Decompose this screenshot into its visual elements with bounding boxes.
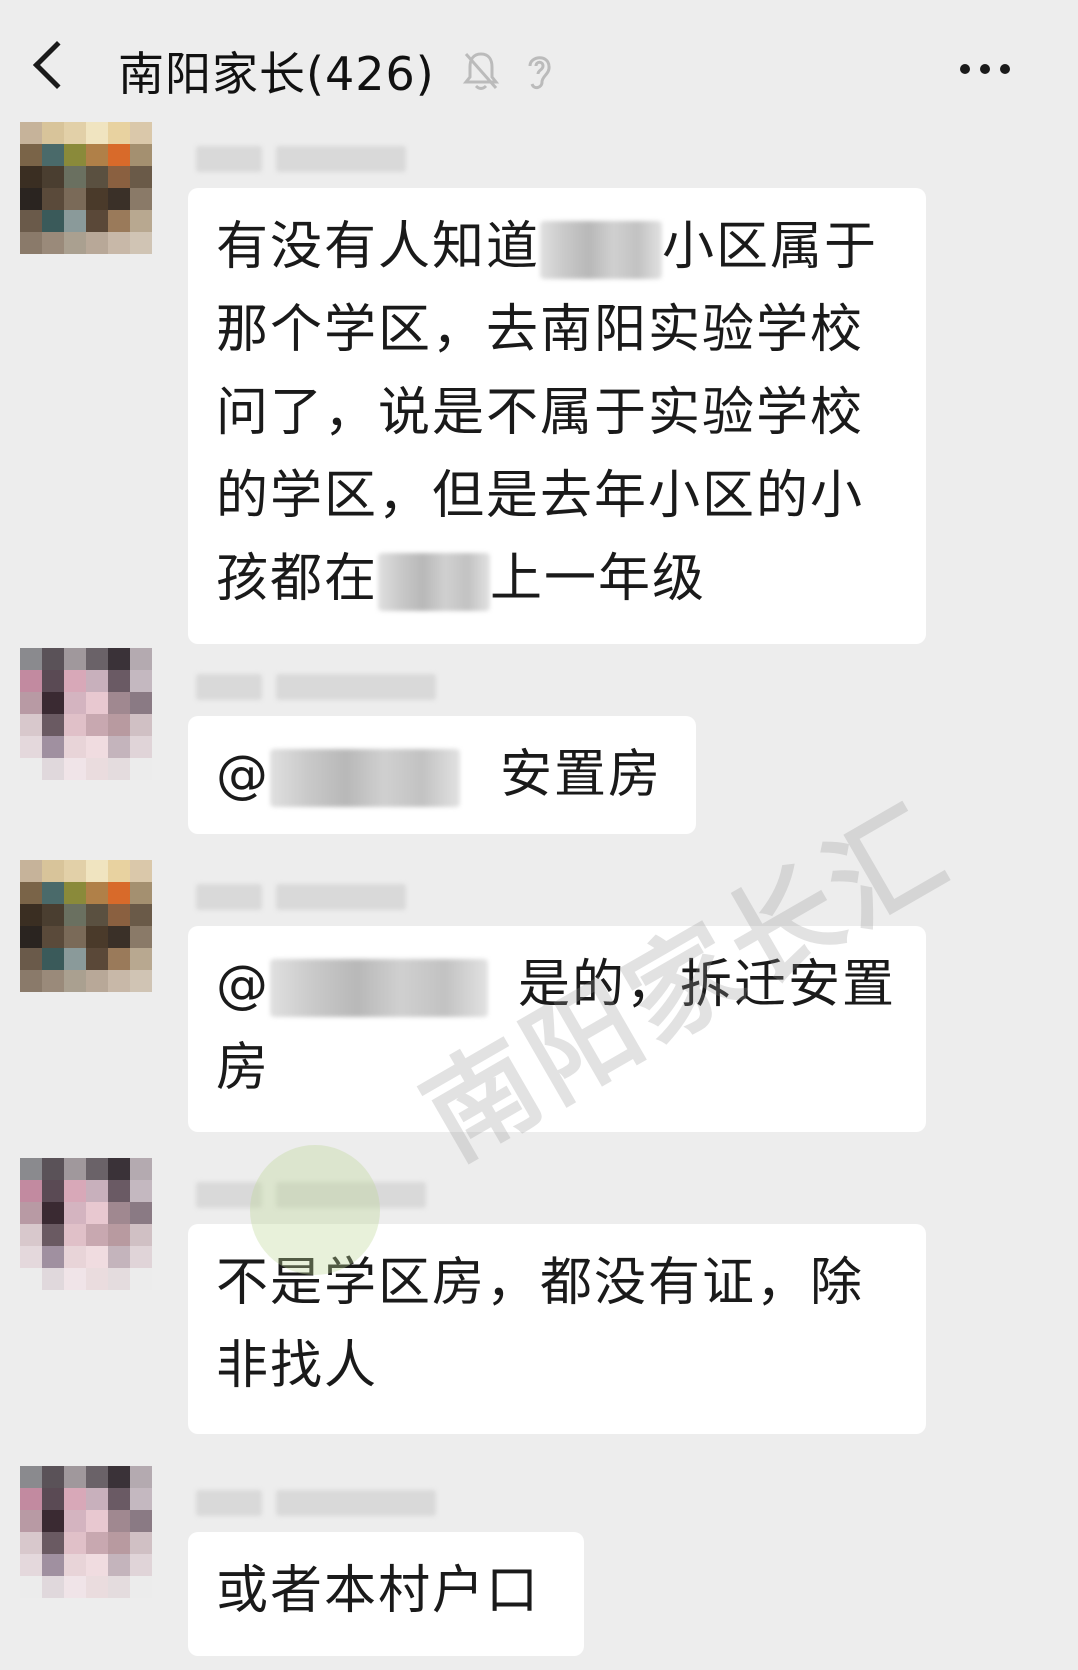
message-text: 或者本村户口 bbox=[216, 1561, 541, 1621]
mention-symbol: @ bbox=[216, 955, 270, 1015]
redacted-text bbox=[270, 959, 488, 1017]
back-arrow-icon[interactable] bbox=[32, 40, 82, 90]
mention-symbol: @ bbox=[216, 745, 270, 805]
message-text: 上一年级 bbox=[490, 549, 707, 609]
nickname-blurred bbox=[196, 670, 436, 704]
message-text: 不是学区房，都没有证，除非找人 bbox=[216, 1253, 865, 1396]
nickname-blurred bbox=[196, 880, 406, 914]
redacted-text bbox=[378, 553, 491, 611]
message-text: 有没有人知道 bbox=[216, 217, 541, 277]
chat-title: 南阳家长(426) bbox=[118, 47, 435, 101]
ear-icon bbox=[528, 56, 551, 90]
message-text: 安置房 bbox=[500, 745, 663, 805]
avatar[interactable] bbox=[20, 860, 152, 992]
chat-header: 南阳家长(426) bbox=[0, 0, 1078, 120]
nickname-blurred bbox=[196, 1486, 436, 1520]
avatar[interactable] bbox=[20, 1158, 152, 1290]
avatar[interactable] bbox=[20, 122, 152, 254]
avatar[interactable] bbox=[20, 648, 152, 780]
message-bubble[interactable]: @ 是的，拆迁安置房 bbox=[188, 926, 926, 1132]
message-bubble[interactable]: 有没有人知道 小区属于那个学区，去南阳实验学校问了，说是不属于实验学校的学区，但是… bbox=[188, 188, 926, 644]
nickname-blurred bbox=[196, 142, 406, 176]
mute-bell-icon bbox=[462, 52, 500, 90]
redacted-text bbox=[270, 749, 460, 807]
message-bubble[interactable]: 或者本村户口 bbox=[188, 1532, 584, 1656]
redacted-text bbox=[540, 221, 663, 279]
message-bubble[interactable]: @ 安置房 bbox=[188, 716, 696, 834]
message-bubble[interactable]: 不是学区房，都没有证，除非找人 bbox=[188, 1224, 926, 1434]
more-options-icon[interactable] bbox=[960, 64, 1020, 78]
nickname-blurred bbox=[196, 1178, 426, 1212]
avatar[interactable] bbox=[20, 1466, 152, 1598]
